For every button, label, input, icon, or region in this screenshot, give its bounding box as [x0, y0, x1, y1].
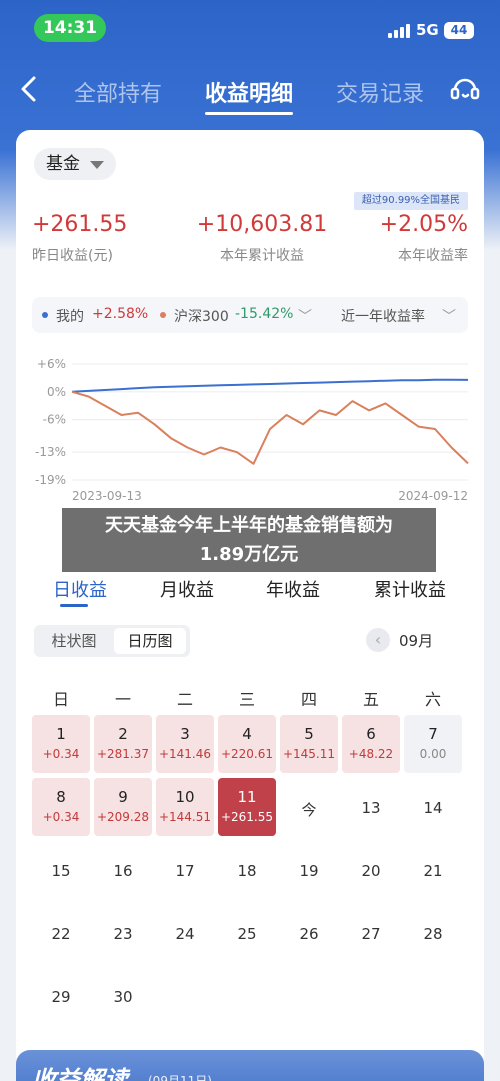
legend-index-label[interactable]: 沪深300	[174, 306, 229, 326]
calendar-day[interactable]: 8 +0.34	[32, 778, 90, 836]
legend-dot-mine	[42, 312, 48, 318]
tab-daily-earnings[interactable]: 日收益	[53, 576, 107, 602]
tab-cumulative-earnings[interactable]: 累计收益	[374, 576, 446, 602]
calendar-day[interactable]: 19	[280, 862, 338, 880]
fund-type-selector[interactable]: 基金	[34, 148, 116, 180]
status-time: 14:31	[34, 14, 106, 42]
calendar-day[interactable]: 14	[404, 799, 462, 817]
calendar-day[interactable]: 26	[280, 925, 338, 943]
calendar-day[interactable]: 22	[32, 925, 90, 943]
caption-line-2: 1.89万亿元	[199, 544, 299, 565]
legend-mine-value: +2.58%	[92, 306, 149, 322]
calendar-day[interactable]: 5 +145.11	[280, 715, 338, 773]
rank-badge: 超过90.99%全国基民	[354, 192, 468, 210]
series-line-index	[71, 390, 469, 465]
calendar-day[interactable]: 28	[404, 925, 462, 943]
battery-icon: 44	[444, 22, 474, 39]
calendar-day[interactable]: 23	[94, 925, 152, 943]
chart-legend-bar: 我的 +2.58% 沪深300 -15.42% ﹀ 近一年收益率 ﹀	[32, 297, 468, 333]
tab-transactions[interactable]: 交易记录	[336, 76, 424, 108]
calendar-view-button[interactable]: 日历图	[114, 628, 186, 654]
calendar-day[interactable]: 27	[342, 925, 400, 943]
legend-index-value: -15.42%	[235, 306, 294, 322]
weekday-tue: 二	[176, 690, 193, 709]
weekday-wed: 三	[238, 690, 255, 709]
yesterday-earnings-value: +261.55	[32, 212, 128, 237]
analysis-date: (09月11日)	[148, 1074, 212, 1081]
network-label: 5G	[416, 21, 439, 39]
chevron-down-icon[interactable]: ﹀	[442, 306, 456, 326]
earnings-analysis-panel[interactable]: 收益解读 (09月11日)	[16, 1050, 484, 1081]
legend-mine-label: 我的	[56, 309, 84, 325]
status-bar: 14:31 5G 44	[0, 0, 500, 56]
legend-dot-index	[160, 312, 166, 318]
month-label: 09月	[399, 632, 434, 650]
ytd-return-value: +2.05%	[379, 212, 468, 237]
top-nav: 全部持有 收益明细 交易记录	[0, 62, 500, 118]
calendar-day[interactable]: 24	[156, 925, 214, 943]
chevron-down-icon[interactable]: ﹀	[298, 306, 312, 326]
period-selector-label[interactable]: 近一年收益率	[341, 306, 425, 326]
bar-view-button[interactable]: 柱状图	[38, 628, 110, 654]
calendar-day[interactable]: 16	[94, 862, 152, 880]
y-tick-label: +6%	[37, 357, 66, 371]
calendar-day[interactable]: 30	[94, 988, 152, 1006]
calendar-day[interactable]: 17	[156, 862, 214, 880]
weekday-thu: 四	[300, 690, 317, 709]
y-tick-label: -19%	[35, 473, 66, 487]
ytd-cumulative-label: 本年累计收益	[220, 248, 304, 264]
tab-all-holdings[interactable]: 全部持有	[74, 76, 162, 108]
calendar-day[interactable]: 7 0.00	[404, 715, 462, 773]
earnings-tab-indicator	[60, 604, 88, 607]
x-tick-label: 2024-09-12	[398, 489, 468, 503]
signal-icon	[388, 24, 410, 38]
calendar-day[interactable]: 29	[32, 988, 90, 1006]
back-arrow-icon[interactable]	[18, 74, 40, 104]
active-tab-indicator	[205, 112, 293, 115]
y-tick-label: -13%	[35, 445, 66, 459]
x-tick-label: 2023-09-13	[72, 489, 142, 503]
ytd-return-label: 本年收益率	[398, 248, 468, 264]
calendar-day[interactable]: 1 +0.34	[32, 715, 90, 773]
fund-type-label: 基金	[46, 154, 80, 174]
tab-yearly-earnings[interactable]: 年收益	[266, 576, 320, 602]
view-toggle: 柱状图 日历图	[34, 625, 190, 657]
calendar-day[interactable]: 15	[32, 862, 90, 880]
caption-line-1: 天天基金今年上半年的基金销售额为	[105, 515, 393, 536]
previous-month-icon[interactable]: ‹	[366, 628, 390, 652]
weekday-mon: 一	[114, 690, 131, 709]
earnings-card: 基金 超过90.99%全国基民 +261.55 昨日收益(元) +10,603.…	[16, 130, 484, 1070]
weekday-sat: 六	[424, 690, 441, 709]
ytd-cumulative-value: +10,603.81	[196, 212, 328, 237]
tab-monthly-earnings[interactable]: 月收益	[160, 576, 214, 602]
series-line-mine	[71, 378, 469, 393]
ytd-cumulative-earnings: +10,603.81 本年累计收益	[192, 212, 332, 265]
calendar-day[interactable]: 21	[404, 862, 462, 880]
calendar-day[interactable]: 18	[218, 862, 276, 880]
calendar-day[interactable]: 3 +141.46	[156, 715, 214, 773]
yesterday-earnings: +261.55 昨日收益(元)	[32, 212, 127, 265]
calendar-day[interactable]: 4 +220.61	[218, 715, 276, 773]
calendar-day-selected[interactable]: 11 +261.55	[218, 778, 276, 836]
y-tick-label: 0%	[47, 385, 66, 399]
weekday-fri: 五	[362, 690, 379, 709]
weekday-sun: 日	[52, 690, 69, 709]
y-tick-label: -6%	[43, 413, 66, 427]
calendar-day[interactable]: 2 +281.37	[94, 715, 152, 773]
caret-down-icon	[90, 161, 104, 169]
customer-service-icon[interactable]	[448, 72, 482, 106]
calendar-day[interactable]: 25	[218, 925, 276, 943]
calendar-day[interactable]: 6 +48.22	[342, 715, 400, 773]
news-caption-overlay: 天天基金今年上半年的基金销售额为 1.89万亿元	[62, 508, 436, 572]
return-chart: +6% 0% -6% -13% -19% 2023-09-13 2024-09-12	[35, 357, 469, 503]
calendar-day-today[interactable]: 今	[280, 799, 338, 820]
yesterday-earnings-label: 昨日收益(元)	[32, 248, 113, 264]
tab-earnings-detail[interactable]: 收益明细	[205, 76, 293, 108]
calendar-day[interactable]: 9 +209.28	[94, 778, 152, 836]
calendar-day[interactable]: 13	[342, 799, 400, 817]
analysis-title: 收益解读	[32, 1066, 128, 1081]
calendar-day[interactable]: 10 +144.51	[156, 778, 214, 836]
ytd-return-rate: +2.05% 本年收益率	[374, 212, 468, 265]
calendar-day[interactable]: 20	[342, 862, 400, 880]
